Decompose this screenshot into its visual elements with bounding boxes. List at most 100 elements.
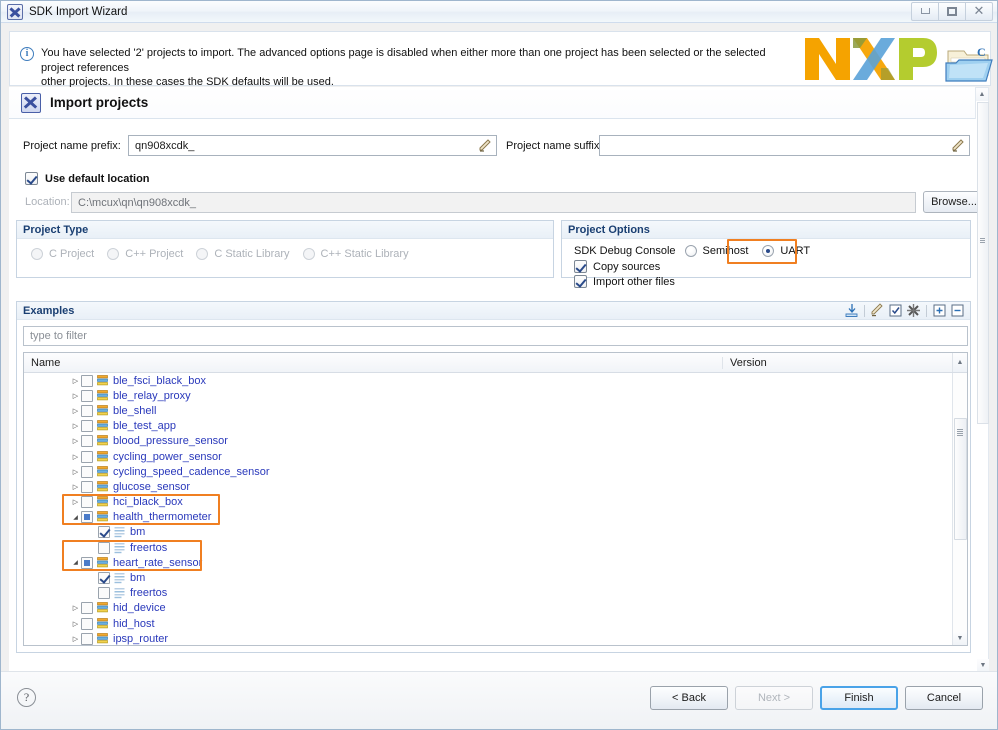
finish-button[interactable]: Finish [820, 686, 898, 710]
tree-row-checkbox[interactable] [81, 374, 93, 387]
tree-row-checkbox[interactable] [98, 526, 110, 539]
tree-row[interactable]: bm [24, 525, 967, 540]
info-banner: i You have selected '2' projects to impo… [9, 31, 993, 88]
import-other-files-row[interactable]: Import other files [562, 273, 970, 288]
tree-row-checkbox[interactable] [81, 450, 93, 463]
page-scrollbar[interactable]: ▲ ▼ [975, 87, 989, 673]
twisty-collapsed-icon[interactable] [70, 437, 81, 445]
collapse-all-icon[interactable] [950, 303, 965, 318]
radio-uart[interactable] [762, 245, 775, 257]
import-icon[interactable] [844, 303, 859, 318]
cancel-button[interactable]: Cancel [905, 686, 983, 710]
twisty-collapsed-icon[interactable] [70, 620, 81, 628]
twisty-expanded-icon[interactable] [70, 514, 81, 521]
tree-scroll-thumb[interactable] [954, 418, 967, 540]
twisty-collapsed-icon[interactable] [70, 604, 81, 612]
twisty-expanded-icon[interactable] [70, 559, 81, 566]
radio-c-static-library [196, 248, 209, 260]
toolbar-separator-1 [864, 304, 865, 317]
pencil-edit-icon[interactable] [478, 138, 494, 153]
tree-row[interactable]: ble_fsci_black_box [24, 373, 967, 388]
page-scroll-grip [980, 238, 985, 244]
tree-scroll-up-arrow[interactable]: ▲ [952, 353, 967, 372]
copy-sources-checkbox[interactable] [574, 260, 587, 273]
location-value: C:\mcux\qn\qn908xcdk_ [78, 196, 197, 209]
column-header-version[interactable]: Version [722, 356, 952, 369]
tree-row[interactable]: hci_black_box [24, 495, 967, 510]
twisty-collapsed-icon[interactable] [70, 635, 81, 643]
column-header-name[interactable]: Name [24, 357, 722, 369]
tree-row[interactable]: bm [24, 570, 967, 585]
radio-cpp-project [107, 248, 120, 260]
browse-button[interactable]: Browse... [923, 191, 977, 213]
tree-row-checkbox[interactable] [81, 389, 93, 402]
tree-row-checkbox[interactable] [81, 617, 93, 630]
wizard-body: Project name prefix: qn908xcdk_ Project … [9, 119, 977, 673]
import-other-files-checkbox[interactable] [574, 275, 587, 288]
restore-button[interactable] [938, 1, 966, 21]
copy-sources-row[interactable]: Copy sources [562, 257, 970, 273]
tree-row[interactable]: cycling_power_sensor [24, 449, 967, 464]
tree-row[interactable]: hid_host [24, 616, 967, 631]
tree-row-checkbox[interactable] [81, 602, 93, 615]
tree-row-checkbox[interactable] [81, 465, 93, 478]
tree-row[interactable]: blood_pressure_sensor [24, 434, 967, 449]
tree-row[interactable]: ble_relay_proxy [24, 388, 967, 403]
twisty-collapsed-icon[interactable] [70, 407, 81, 415]
pencil-edit-icon-suffix[interactable] [951, 138, 967, 153]
tree-row[interactable]: heart_rate_sensor [24, 555, 967, 570]
stack-icon [97, 405, 108, 417]
tree-row[interactable]: hid_device [24, 601, 967, 616]
tree-row[interactable]: ble_test_app [24, 419, 967, 434]
page-scroll-thumb[interactable] [977, 102, 989, 424]
page-scroll-up-arrow[interactable]: ▲ [976, 88, 988, 101]
tree-row-label: ble_test_app [113, 420, 176, 433]
project-name-prefix-input[interactable]: qn908xcdk_ [128, 135, 497, 156]
tree-row[interactable]: freertos [24, 540, 967, 555]
help-icon[interactable]: ? [17, 688, 36, 707]
back-button[interactable]: < Back [650, 686, 728, 710]
tree-row[interactable]: ipsp_router [24, 631, 967, 645]
select-all-icon[interactable] [888, 303, 903, 318]
tree-row-checkbox[interactable] [81, 404, 93, 417]
tree-row[interactable]: ble_shell [24, 403, 967, 418]
tree-row-checkbox[interactable] [98, 572, 110, 585]
twisty-collapsed-icon[interactable] [70, 483, 81, 491]
tree-scrollbar[interactable]: ▼ [952, 373, 967, 645]
twisty-collapsed-icon[interactable] [70, 422, 81, 430]
tree-row-checkbox[interactable] [98, 541, 110, 554]
close-icon: ✕ [973, 3, 985, 19]
tree-row-checkbox[interactable] [81, 632, 93, 645]
tree-row-checkbox[interactable] [81, 420, 93, 433]
tree-row[interactable]: health_thermometer [24, 510, 967, 525]
tree-row[interactable]: cycling_speed_cadence_sensor [24, 464, 967, 479]
expand-all-icon[interactable] [932, 303, 947, 318]
tree-scroll-down-arrow[interactable]: ▼ [953, 632, 967, 645]
tree-row[interactable]: freertos [24, 586, 967, 601]
clear-selection-icon[interactable] [906, 303, 921, 318]
twisty-collapsed-icon[interactable] [70, 392, 81, 400]
tree-row[interactable]: glucose_sensor [24, 479, 967, 494]
tree-row-label: blood_pressure_sensor [113, 435, 228, 448]
examples-filter-input[interactable]: type to filter [23, 326, 968, 346]
use-default-location-row[interactable]: Use default location [25, 172, 150, 185]
tree-row-checkbox[interactable] [81, 511, 93, 524]
tree-row-checkbox[interactable] [81, 480, 93, 493]
twisty-collapsed-icon[interactable] [70, 468, 81, 476]
radio-semihost[interactable] [684, 245, 697, 257]
project-name-suffix-input[interactable] [599, 135, 970, 156]
twisty-collapsed-icon[interactable] [70, 377, 81, 385]
stack-icon [97, 420, 108, 432]
tree-row-checkbox[interactable] [81, 556, 93, 569]
tree-row-checkbox[interactable] [81, 435, 93, 448]
tree-row-checkbox[interactable] [98, 587, 110, 600]
use-default-location-checkbox[interactable] [25, 172, 38, 185]
close-button[interactable]: ✕ [965, 1, 993, 21]
twisty-collapsed-icon[interactable] [70, 498, 81, 506]
minimize-button[interactable] [911, 1, 939, 21]
eraser-icon[interactable] [870, 303, 885, 318]
window-controls: ✕ [911, 1, 993, 22]
twisty-collapsed-icon[interactable] [70, 453, 81, 461]
stack-icon [97, 465, 108, 478]
tree-row-checkbox[interactable] [81, 496, 93, 509]
